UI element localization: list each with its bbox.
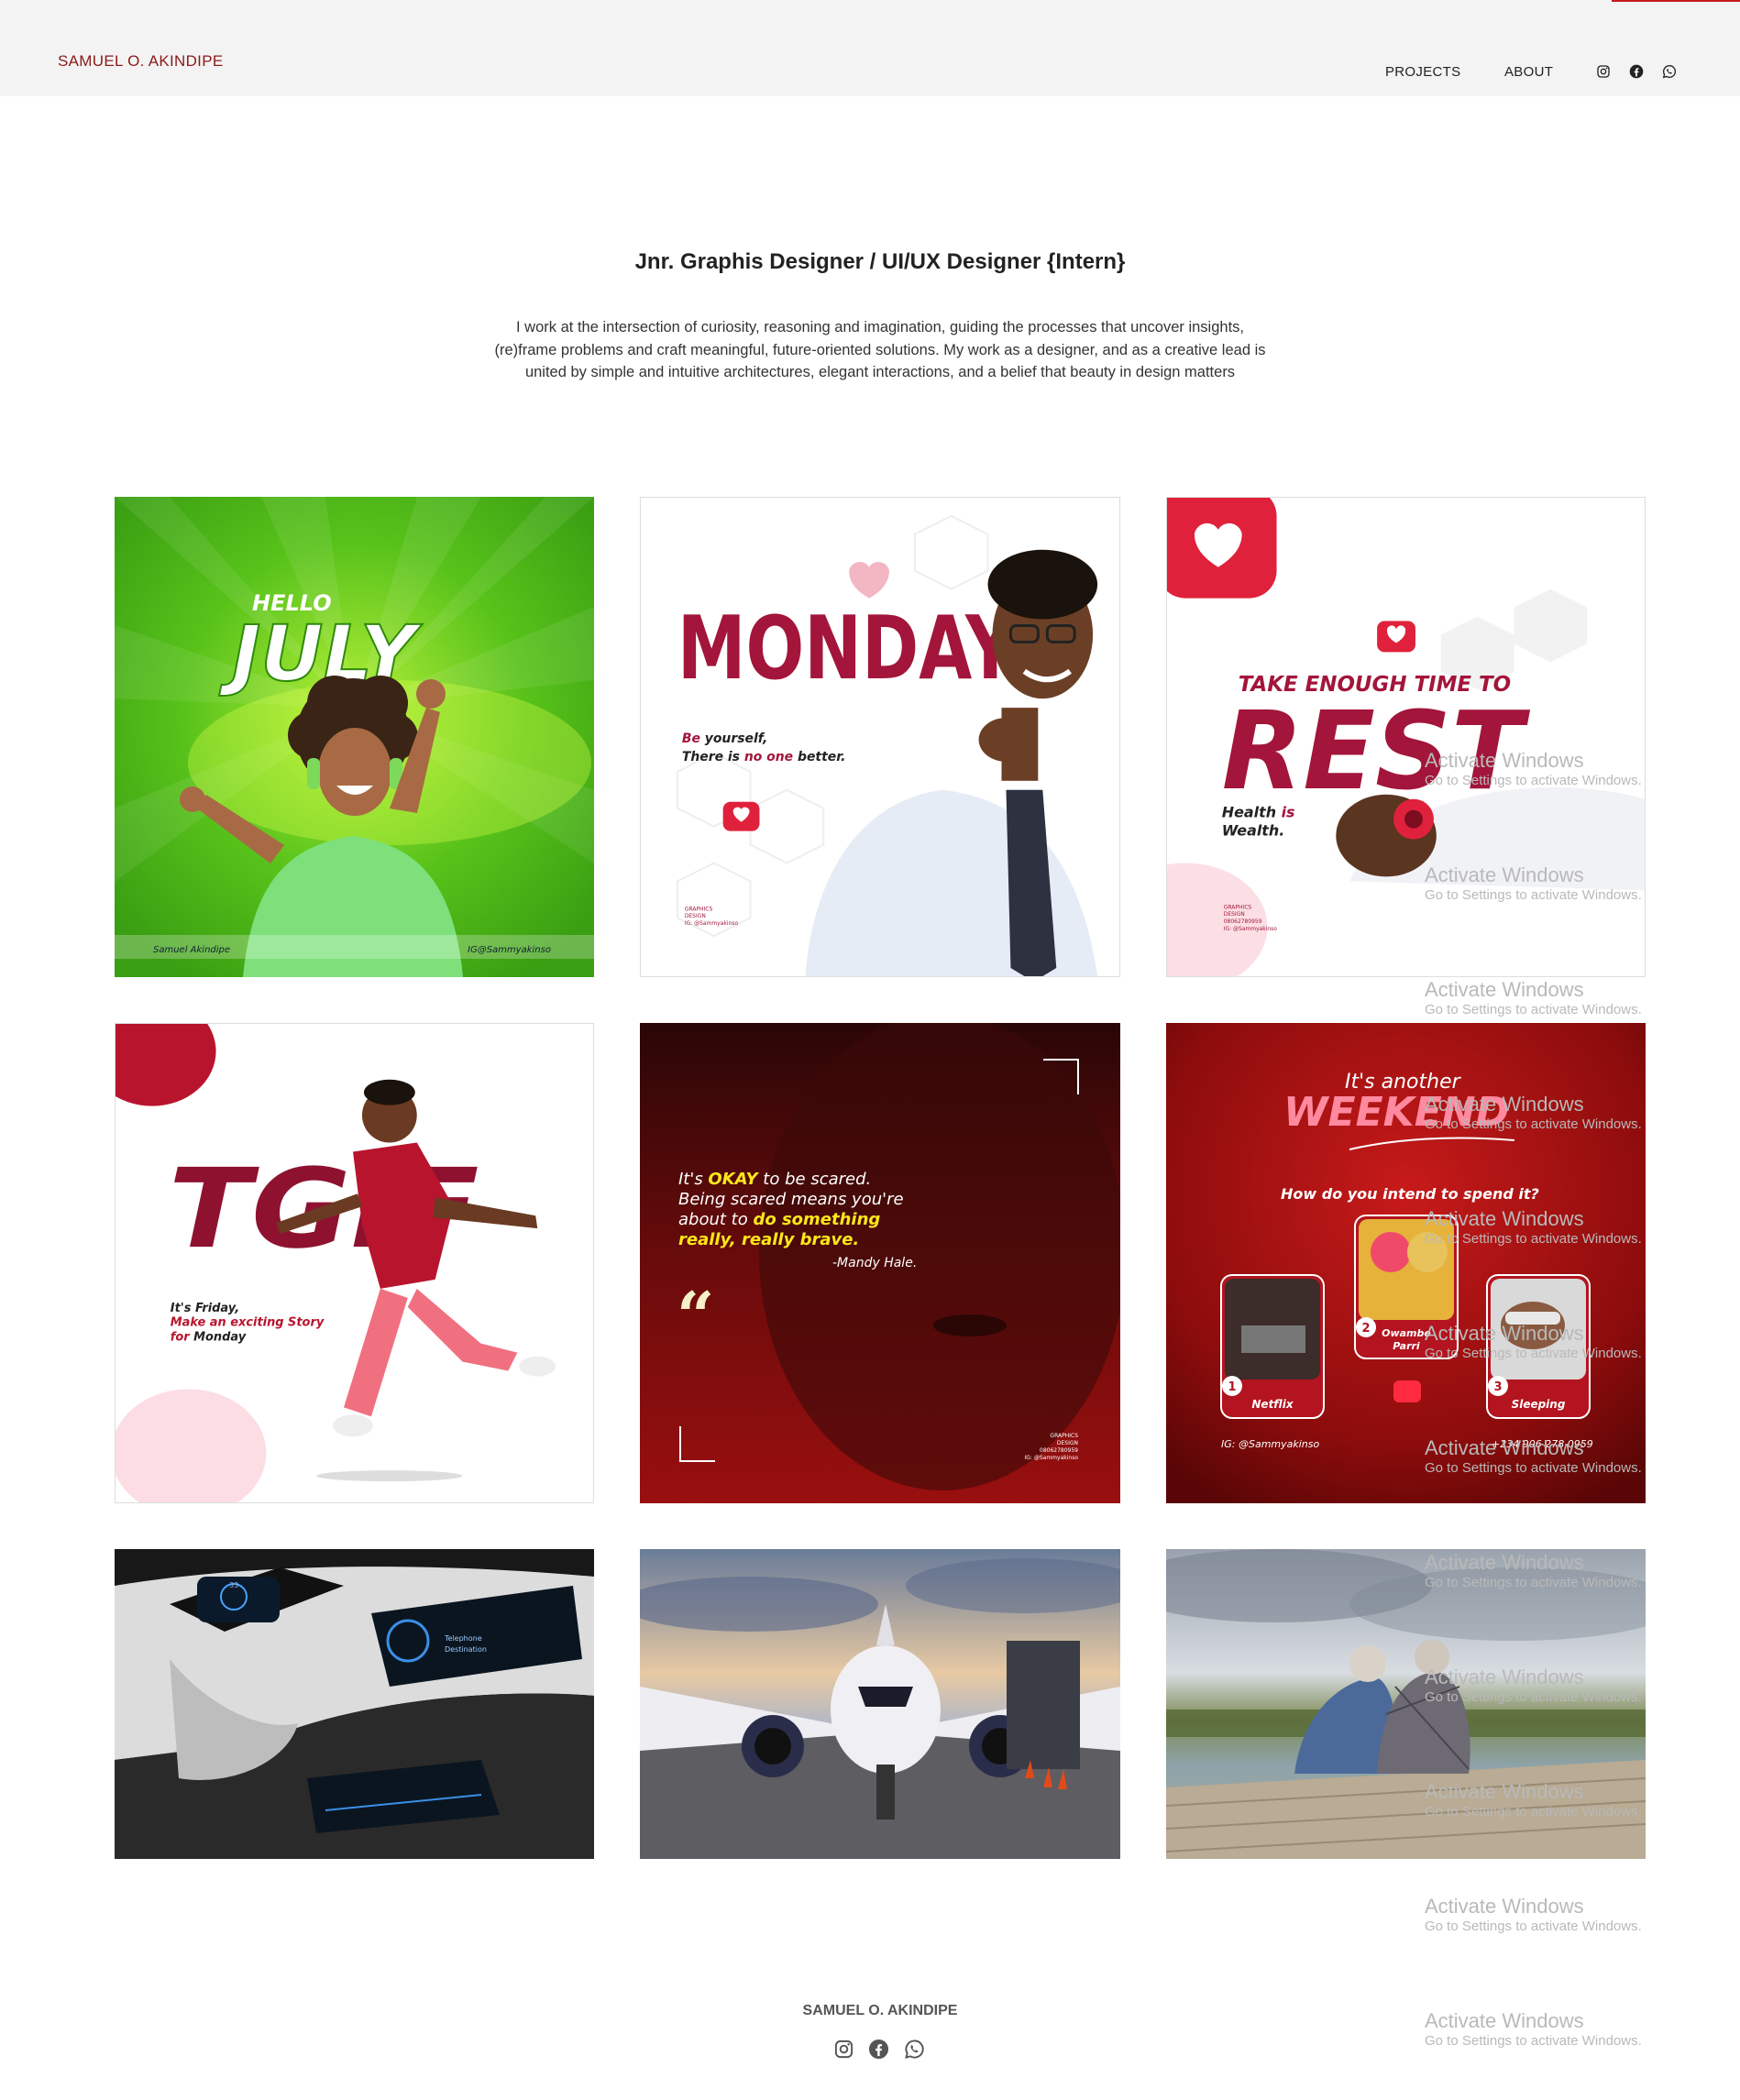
quote-s2: DESIGN [1057, 1440, 1078, 1446]
svg-text:It's OKAY to be scared.: It's OKAY to be scared. [678, 1170, 871, 1189]
svg-text:about to do something: about to do something [678, 1210, 880, 1229]
monday-be: Be [682, 731, 700, 746]
facebook-icon[interactable] [1629, 64, 1644, 79]
nav-about-link[interactable]: ABOUT [1504, 64, 1553, 80]
project-monday[interactable]: MONDAY Be yourself, There is no one bett… [640, 497, 1120, 977]
intro-paragraph: I work at the intersection of curiosity,… [458, 316, 1302, 384]
project-rest[interactable]: TAKE ENOUGH TIME TO REST Health is Wealt… [1166, 497, 1646, 977]
monday-no-one: no one [744, 750, 793, 764]
quote-s1: GRAPHICS [1050, 1433, 1078, 1439]
project-weekend[interactable]: It's another WEEKEND How do you intend t… [1166, 1023, 1646, 1503]
quote-mark-icon: “ [677, 1277, 714, 1355]
project-tgif[interactable]: TGIF It's Friday, Make an exciting Story… [115, 1023, 594, 1503]
accent-line [1612, 0, 1740, 2]
car-screen-1: Telephone [444, 1634, 482, 1643]
monday-there-is: There is [682, 750, 744, 764]
option-owambe: Owambe [1382, 1327, 1431, 1339]
intro-line: I work at the intersection of curiosity,… [516, 319, 1244, 335]
intro-line: (re)frame problems and craft meaningful,… [494, 341, 1266, 358]
option-parri: Parri [1393, 1340, 1420, 1352]
instagram-icon[interactable] [833, 2039, 854, 2060]
svg-text:There is no one better.: There is no one better. [682, 750, 846, 764]
monday-small3: IG: @Sammyakinso [685, 920, 739, 927]
credit-name: Samuel Akindipe [153, 945, 230, 955]
weekend-phone: +234 906 278 0959 [1492, 1438, 1593, 1450]
footer-brand: SAMUEL O. AKINDIPE [802, 2003, 958, 2018]
tgif-monday: Monday [193, 1331, 247, 1345]
quote-do-something: do something [753, 1210, 880, 1229]
tgif-story: Make an exciting Story [171, 1316, 325, 1330]
quote-brave: really, really brave. [678, 1230, 859, 1249]
tgif-for: for [171, 1331, 193, 1345]
quote-scared: to be scared. [758, 1170, 872, 1189]
tgif-its: It's [171, 1302, 195, 1315]
rest-small1: GRAPHICS [1224, 904, 1252, 910]
whatsapp-icon[interactable] [904, 2039, 925, 2060]
activate-windows-watermark: Activate Windows Go to Settings to activa… [1425, 978, 1642, 1017]
svg-text:Health is: Health is [1222, 804, 1295, 821]
project-quote[interactable]: It's OKAY to be scared. Being scared mea… [640, 1023, 1120, 1503]
monday-better: better. [793, 750, 845, 764]
quote-author: -Mandy Hale. [832, 1256, 917, 1270]
quote-s4: IG: @Sammyakinso [1025, 1455, 1079, 1461]
project-car-interior[interactable]: 33 Telephone Destination [115, 1549, 594, 1859]
credit-ig: IG@Sammyakinso [468, 945, 551, 955]
monday-small1: GRAPHICS [685, 906, 713, 912]
quote-okay: OKAY [708, 1170, 759, 1189]
project-couple-lake[interactable] [1166, 1549, 1646, 1859]
weekend-title: WEEKEND [1283, 1089, 1509, 1136]
svg-text:Be yourself,: Be yourself, [682, 731, 768, 746]
car-dash-number: 33 [229, 1581, 238, 1589]
option-number: 3 [1493, 1380, 1502, 1394]
car-screen-2: Destination [445, 1645, 487, 1654]
whatsapp-icon[interactable] [1662, 64, 1677, 79]
activate-windows-watermark: Activate Windows Go to Settings to activa… [1425, 1895, 1642, 1934]
svg-text:It's Friday,: It's Friday, [171, 1302, 239, 1315]
rest-small3: 08062780959 [1224, 918, 1262, 925]
quote-s3: 08062780959 [1040, 1447, 1078, 1454]
tgif-friday: Friday, [195, 1302, 239, 1315]
option-number: 1 [1228, 1380, 1236, 1394]
project-airplane[interactable] [640, 1549, 1120, 1859]
intro-line: united by simple and intuitive architect… [524, 364, 1236, 380]
page-title: Jnr. Graphis Designer / UI/UX Designer {… [634, 249, 1126, 274]
monday-title: MONDAY [677, 597, 1017, 699]
instagram-icon[interactable] [1596, 64, 1611, 79]
weekend-ig: IG: @Sammyakinso [1221, 1438, 1320, 1450]
rest-wealth: Wealth. [1222, 822, 1285, 840]
quote-its: It's [678, 1170, 708, 1189]
quote-about: about to [678, 1210, 753, 1229]
quote-line2: Being scared means you're [678, 1190, 904, 1209]
facebook-icon[interactable] [868, 2039, 889, 2060]
rest-small2: DESIGN [1224, 911, 1245, 918]
top-navbar [0, 0, 1740, 96]
weekend-question: How do you intend to spend it? [1281, 1185, 1539, 1203]
brand-link[interactable]: SAMUEL O. AKINDIPE [58, 52, 224, 71]
monday-yourself: yourself, [700, 731, 767, 746]
option-number: 2 [1361, 1322, 1370, 1336]
rest-is: is [1282, 804, 1295, 821]
svg-text:for Monday: for Monday [171, 1331, 247, 1345]
nav-projects-link[interactable]: PROJECTS [1385, 64, 1460, 80]
option-netflix: Netflix [1251, 1398, 1294, 1411]
rest-small4: IG: @Sammyakinso [1224, 926, 1278, 932]
project-hello-july[interactable]: HELLO JULY Samuel Akindipe IG@Sammyakins… [115, 497, 594, 977]
rest-health: Health [1222, 804, 1282, 821]
monday-small2: DESIGN [685, 913, 706, 919]
option-sleeping: Sleeping [1512, 1398, 1566, 1411]
